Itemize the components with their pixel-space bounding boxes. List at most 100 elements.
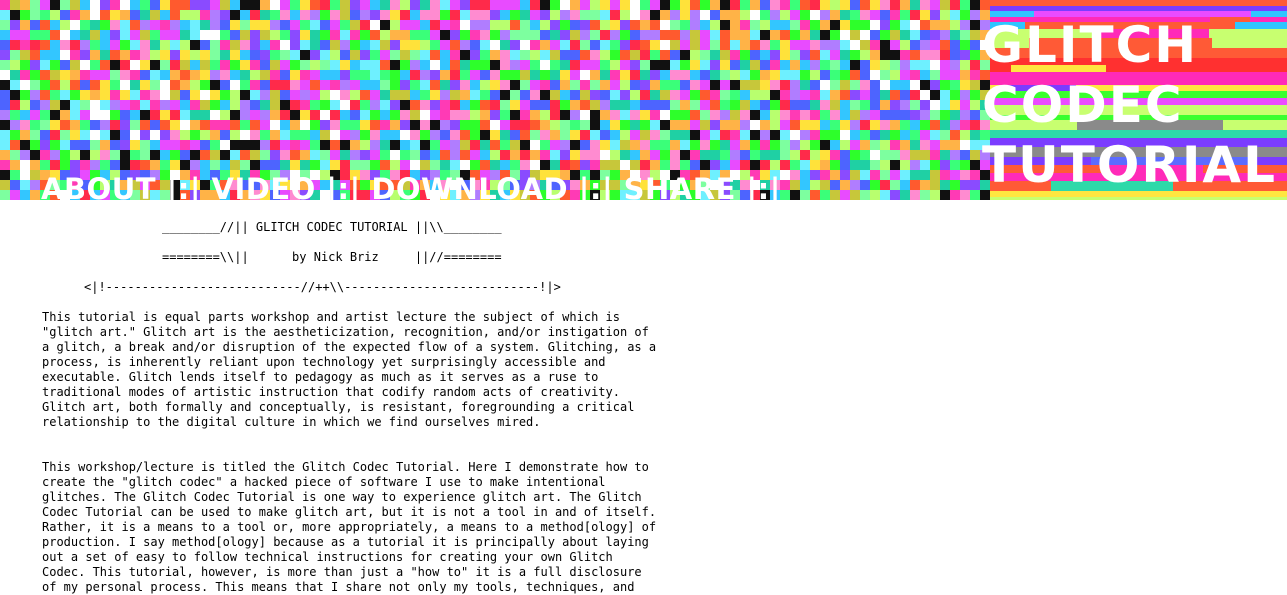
noise-cell — [210, 10, 220, 20]
noise-cell — [620, 130, 630, 140]
noise-cell — [720, 160, 730, 170]
noise-cell — [90, 140, 100, 150]
noise-cell — [30, 90, 40, 100]
noise-cell — [140, 110, 150, 120]
nav-about-link[interactable]: ABOUT — [41, 172, 156, 200]
noise-cell — [630, 130, 640, 140]
noise-cell — [850, 70, 860, 80]
noise-cell — [320, 80, 330, 90]
noise-cell — [280, 100, 290, 110]
noise-cell — [610, 140, 620, 150]
noise-cell — [160, 160, 170, 170]
noise-cell — [360, 130, 370, 140]
noise-cell — [610, 10, 620, 20]
noise-cell — [730, 30, 740, 40]
noise-cell — [800, 20, 810, 30]
noise-cell — [800, 30, 810, 40]
noise-cell — [930, 20, 940, 30]
noise-cell — [930, 90, 940, 100]
noise-cell — [610, 100, 620, 110]
noise-cell — [770, 60, 780, 70]
noise-cell — [890, 150, 900, 160]
noise-cell — [250, 30, 260, 40]
noise-cell — [810, 120, 820, 130]
noise-cell — [900, 10, 910, 20]
nav-download-link[interactable]: DOWNLOAD — [371, 172, 568, 200]
noise-cell — [700, 10, 710, 20]
noise-cell — [480, 60, 490, 70]
noise-cell — [510, 40, 520, 50]
noise-cell — [20, 100, 30, 110]
noise-cell — [630, 100, 640, 110]
noise-cell — [800, 140, 810, 150]
noise-cell — [530, 130, 540, 140]
noise-cell — [700, 120, 710, 130]
noise-cell — [70, 120, 80, 130]
noise-cell — [570, 20, 580, 30]
noise-cell — [890, 20, 900, 30]
noise-cell — [110, 130, 120, 140]
noise-cell — [750, 160, 760, 170]
noise-cell — [590, 150, 600, 160]
noise-cell — [50, 90, 60, 100]
noise-cell — [140, 20, 150, 30]
noise-cell — [830, 100, 840, 110]
glitch-noise-background — [0, 0, 990, 200]
noise-cell — [720, 20, 730, 30]
noise-cell — [440, 40, 450, 50]
noise-cell — [820, 180, 830, 190]
noise-cell — [580, 30, 590, 40]
noise-cell — [650, 160, 660, 170]
noise-cell — [540, 20, 550, 30]
noise-cell — [50, 30, 60, 40]
noise-cell — [120, 130, 130, 140]
noise-cell — [450, 40, 460, 50]
noise-cell — [680, 140, 690, 150]
noise-cell — [890, 180, 900, 190]
noise-cell — [540, 90, 550, 100]
noise-cell — [330, 160, 340, 170]
noise-cell — [130, 120, 140, 130]
noise-cell — [600, 40, 610, 50]
noise-cell — [190, 150, 200, 160]
noise-cell — [560, 150, 570, 160]
noise-cell — [380, 50, 390, 60]
noise-cell — [340, 110, 350, 120]
noise-cell — [120, 30, 130, 40]
noise-cell — [360, 100, 370, 110]
noise-cell — [240, 120, 250, 130]
noise-cell — [120, 120, 130, 130]
noise-cell — [820, 100, 830, 110]
noise-cell — [780, 190, 790, 200]
noise-cell — [730, 100, 740, 110]
noise-cell — [410, 60, 420, 70]
noise-cell — [240, 50, 250, 60]
noise-cell — [150, 80, 160, 90]
noise-cell — [670, 140, 680, 150]
noise-cell — [730, 40, 740, 50]
noise-cell — [160, 20, 170, 30]
noise-cell — [340, 130, 350, 140]
noise-cell — [500, 70, 510, 80]
noise-cell — [380, 90, 390, 100]
noise-cell — [120, 110, 130, 120]
nav-video-link[interactable]: VIDEO — [212, 172, 316, 200]
noise-cell — [820, 160, 830, 170]
noise-cell — [230, 20, 240, 30]
noise-cell — [260, 90, 270, 100]
noise-cell — [0, 80, 10, 90]
noise-cell — [340, 90, 350, 100]
noise-cell — [70, 50, 80, 60]
noise-cell — [370, 160, 380, 170]
noise-cell — [80, 140, 90, 150]
noise-cell — [900, 160, 910, 170]
noise-cell — [100, 130, 110, 140]
noise-cell — [50, 130, 60, 140]
noise-cell — [120, 20, 130, 30]
noise-cell — [660, 60, 670, 70]
noise-cell — [880, 0, 890, 10]
noise-cell — [830, 120, 840, 130]
noise-cell — [870, 50, 880, 60]
noise-cell — [170, 60, 180, 70]
nav-share-link[interactable]: SHARE — [624, 172, 736, 200]
